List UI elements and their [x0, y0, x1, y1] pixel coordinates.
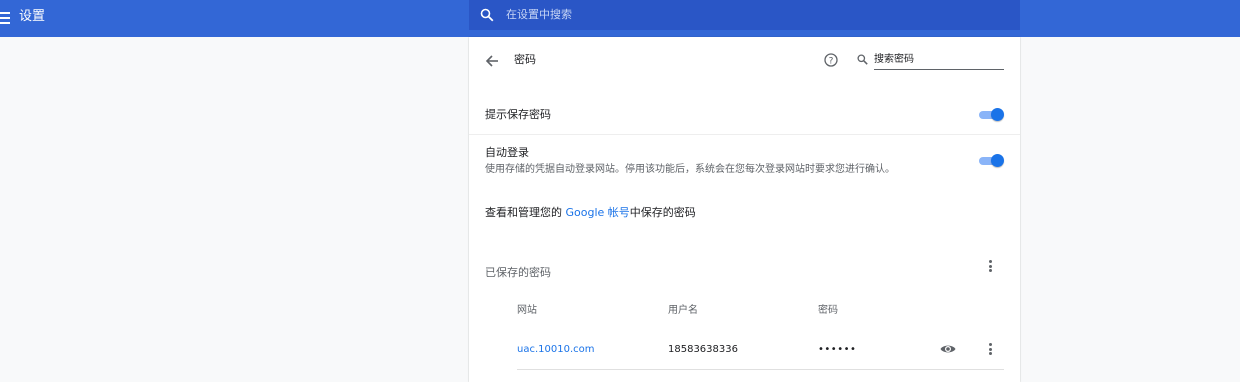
row-password: •••••• [818, 344, 857, 355]
row-more-icon[interactable] [987, 343, 993, 357]
google-account-suffix: 中保存的密码 [629, 206, 696, 219]
passwords-card: 密码 ? 搜索密码 提示保存密码 自动登录 使用存储的凭据自动登录网站。停用该功… [469, 37, 1020, 382]
svg-text:?: ? [829, 56, 834, 66]
help-icon[interactable]: ? [824, 53, 838, 67]
column-header-site: 网站 [517, 305, 537, 316]
row-site-link[interactable]: uac.10010.com [517, 343, 595, 356]
google-account-prefix: 查看和管理您的 [485, 206, 566, 219]
offer-save-toggle[interactable] [977, 108, 1005, 122]
settings-search-placeholder: 在设置中搜索 [506, 8, 572, 21]
search-icon [480, 8, 494, 22]
hamburger-menu-icon[interactable] [0, 10, 10, 26]
search-passwords-input[interactable]: 搜索密码 [874, 52, 1004, 70]
show-password-eye-icon[interactable] [940, 343, 956, 355]
saved-passwords-title: 已保存的密码 [485, 266, 551, 279]
google-account-text: 查看和管理您的 Google 帐号中保存的密码 [485, 206, 696, 220]
top-bar: 设置 在设置中搜索 [0, 0, 1240, 37]
offer-save-label: 提示保存密码 [485, 108, 551, 121]
toggle-knob [991, 108, 1004, 121]
auto-signin-description: 使用存储的凭据自动登录网站。停用该功能后，系统会在您每次登录网站时要求您进行确认… [485, 164, 895, 175]
column-header-password: 密码 [818, 305, 838, 316]
saved-passwords-more-icon[interactable] [987, 260, 993, 274]
search-passwords-icon [857, 54, 868, 65]
row-username: 18583638336 [668, 344, 738, 355]
page-title: 密码 [514, 53, 536, 66]
column-header-username: 用户名 [668, 305, 698, 316]
back-arrow-icon[interactable] [485, 54, 499, 68]
settings-search-bar[interactable]: 在设置中搜索 [469, 0, 1020, 30]
toggle-knob [991, 154, 1004, 167]
auto-signin-toggle[interactable] [977, 154, 1005, 168]
google-account-link[interactable]: Google 帐号 [566, 206, 630, 219]
divider [469, 134, 1020, 135]
auto-signin-label: 自动登录 [485, 146, 529, 159]
app-title: 设置 [19, 9, 46, 24]
row-divider [517, 369, 1004, 370]
